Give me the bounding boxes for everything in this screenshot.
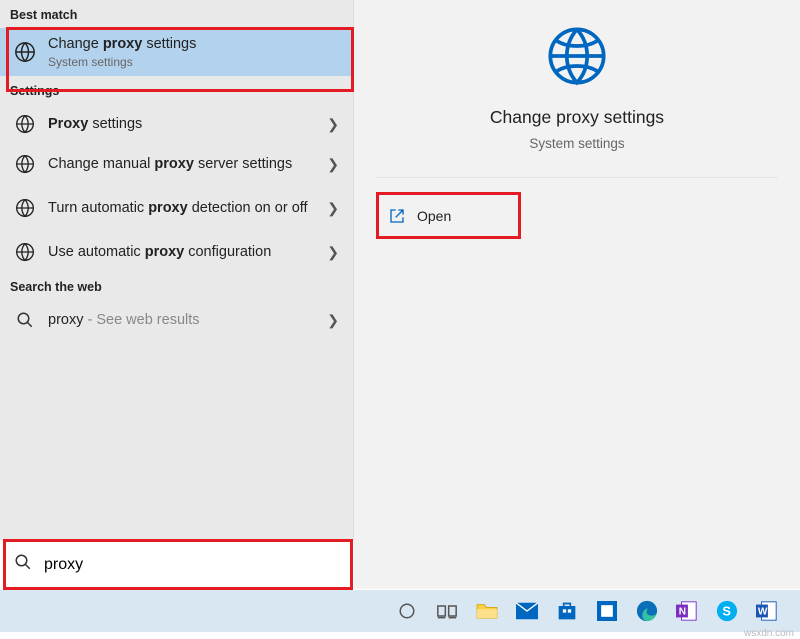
chevron-right-icon[interactable]: ❯ — [323, 116, 343, 133]
result-best-match-change-proxy-settings[interactable]: Change proxy settings System settings — [0, 28, 353, 76]
open-button[interactable]: Open — [389, 195, 518, 236]
section-header-settings: Settings — [0, 76, 353, 104]
chevron-right-icon[interactable]: ❯ — [323, 156, 343, 173]
chevron-right-icon[interactable]: ❯ — [323, 244, 343, 261]
chevron-right-icon[interactable]: ❯ — [323, 200, 343, 217]
detail-panel: Change proxy settings System settings Op… — [354, 0, 800, 589]
taskbar: N S W — [0, 590, 800, 632]
open-icon — [389, 208, 405, 224]
globe-icon — [14, 154, 36, 174]
result-settings-change-manual-proxy[interactable]: Change manual proxy server settings ❯ — [0, 144, 353, 184]
result-title: proxy - See web results — [48, 312, 323, 329]
taskbar-task-view[interactable] — [427, 590, 467, 632]
result-title: Use automatic proxy configuration — [48, 244, 323, 261]
taskbar-edge[interactable] — [627, 590, 667, 632]
search-results-panel: Best match Change proxy settings System … — [0, 0, 354, 589]
taskbar-app-blue[interactable] — [587, 590, 627, 632]
svg-text:W: W — [758, 607, 768, 618]
taskbar-mail[interactable] — [507, 590, 547, 632]
annotation-highlight-open: Open — [376, 192, 521, 239]
taskbar-word[interactable]: W — [747, 590, 787, 632]
result-settings-proxy-settings[interactable]: Proxy settings ❯ — [0, 104, 353, 144]
result-title: Turn automatic proxy detection on or off — [48, 200, 323, 217]
search-icon — [14, 311, 36, 329]
result-web-proxy[interactable]: proxy - See web results ❯ — [0, 300, 353, 340]
search-input[interactable] — [32, 556, 354, 574]
result-title: Change proxy settings — [48, 36, 343, 53]
taskbar-file-explorer[interactable] — [467, 590, 507, 632]
detail-title: Change proxy settings — [354, 107, 800, 128]
search-box[interactable] — [0, 540, 354, 589]
globe-icon — [14, 198, 36, 218]
globe-icon — [14, 114, 36, 134]
globe-icon — [545, 24, 609, 93]
result-subtitle: System settings — [48, 55, 343, 69]
result-settings-turn-automatic-proxy[interactable]: Turn automatic proxy detection on or off… — [0, 184, 353, 232]
open-label: Open — [417, 208, 451, 224]
result-title: Change manual proxy server settings — [48, 156, 323, 173]
svg-text:N: N — [679, 607, 686, 618]
taskbar-onenote[interactable]: N — [667, 590, 707, 632]
svg-text:S: S — [722, 604, 731, 619]
taskbar-cortana[interactable] — [387, 590, 427, 632]
section-header-web: Search the web — [0, 272, 353, 300]
taskbar-store[interactable] — [547, 590, 587, 632]
globe-icon — [14, 41, 36, 63]
watermark: wsxdn.com — [744, 628, 794, 639]
chevron-right-icon[interactable]: ❯ — [323, 312, 343, 329]
result-settings-use-automatic-proxy[interactable]: Use automatic proxy configuration ❯ — [0, 232, 353, 272]
detail-subtitle: System settings — [354, 136, 800, 151]
search-icon — [14, 553, 32, 576]
taskbar-skype[interactable]: S — [707, 590, 747, 632]
result-title: Proxy settings — [48, 116, 323, 133]
section-header-best-match: Best match — [0, 0, 353, 28]
globe-icon — [14, 242, 36, 262]
